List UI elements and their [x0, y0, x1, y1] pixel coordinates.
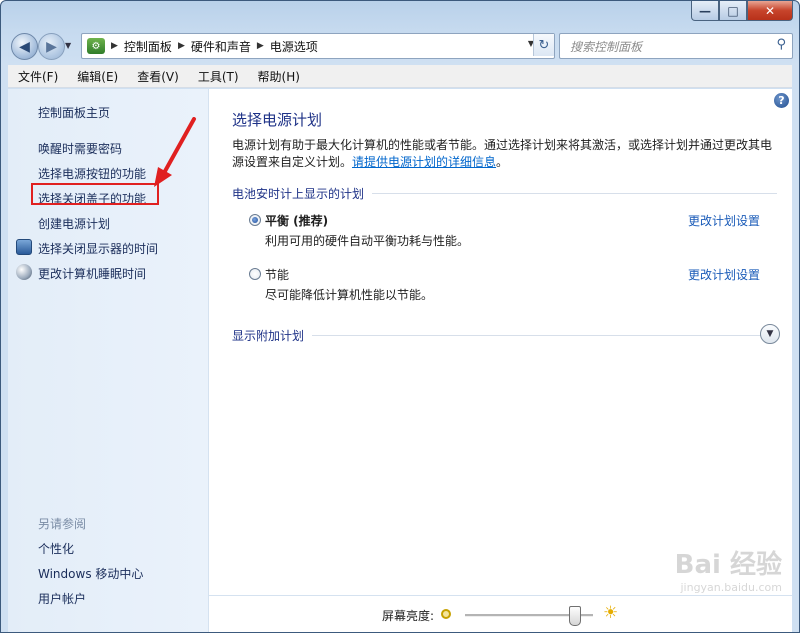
- breadcrumb-separator[interactable]: ▶: [257, 41, 264, 51]
- forward-button[interactable]: ▶: [38, 33, 65, 60]
- breadcrumb-separator[interactable]: ▶: [178, 41, 185, 51]
- search-box[interactable]: ⚲: [559, 33, 793, 59]
- expand-chevron-icon[interactable]: ▼: [760, 324, 780, 344]
- minimize-button[interactable]: —: [691, 1, 719, 21]
- refresh-icon: ↻: [538, 37, 550, 53]
- brightness-bar: 屏幕亮度: ☀: [209, 595, 792, 632]
- refresh-button[interactable]: ↻: [533, 34, 554, 56]
- breadcrumb-power-options[interactable]: 电源选项: [270, 38, 318, 55]
- breadcrumb-control-panel[interactable]: 控制面板: [124, 38, 172, 55]
- baidu-watermark: Bai 经验 jingyan.baidu.com: [675, 544, 782, 594]
- divider: [312, 335, 762, 336]
- close-button[interactable]: ✕: [747, 1, 793, 21]
- additional-plans-header[interactable]: 显示附加计划: [232, 327, 762, 344]
- moon-icon: [16, 264, 32, 280]
- monitor-icon: [16, 239, 32, 255]
- caption-buttons: — □ ✕: [691, 1, 793, 21]
- plan-description: 利用可用的硬件自动平衡功耗与性能。: [265, 234, 470, 248]
- page-title: 选择电源计划: [232, 111, 323, 129]
- main-panel: ? 选择电源计划 电源计划有助于最大化计算机的性能或者节能。通过选择计划来将其激…: [209, 89, 792, 632]
- maximize-button[interactable]: □: [719, 1, 747, 21]
- annotation-arrow-icon: [154, 117, 196, 187]
- search-input[interactable]: [568, 36, 772, 58]
- menu-tools[interactable]: 工具(T): [188, 68, 248, 85]
- brightness-slider[interactable]: [465, 606, 593, 626]
- plan-details-link[interactable]: 请提供电源计划的详细信息: [352, 155, 496, 169]
- plan-radio-balanced[interactable]: [249, 214, 261, 226]
- divider: [372, 193, 777, 194]
- plan-radio-power-saver[interactable]: [249, 268, 261, 280]
- address-bar[interactable]: ⚙ ▶ 控制面板 ▶ 硬件和声音 ▶ 电源选项 ▼ ↻: [81, 33, 555, 59]
- help-icon[interactable]: ?: [774, 93, 789, 108]
- brightness-label: 屏幕亮度:: [382, 609, 435, 623]
- sidebar-link-mobility-center[interactable]: Windows 移动中心: [38, 565, 143, 582]
- dim-brightness-icon: [441, 609, 451, 619]
- brightness-slider-thumb[interactable]: [568, 606, 581, 626]
- sidebar-link-wake-password[interactable]: 唤醒时需要密码: [38, 140, 122, 157]
- bright-sun-icon: ☀: [603, 603, 619, 623]
- sidebar-link-control-panel-home[interactable]: 控制面板主页: [38, 104, 110, 121]
- page-description: 电源计划有助于最大化计算机的性能或者节能。通过选择计划来将其激活，或选择计划并通…: [232, 137, 777, 171]
- change-plan-settings-link-balanced[interactable]: 更改计划设置: [688, 212, 760, 229]
- breadcrumb-hardware-sound[interactable]: 硬件和声音: [191, 38, 251, 55]
- watermark-brand: Bai 经验: [674, 550, 782, 580]
- plan-description: 尽可能降低计算机性能以节能。: [265, 288, 434, 302]
- menu-view[interactable]: 查看(V): [127, 68, 188, 85]
- plan-name[interactable]: 节能: [265, 266, 289, 283]
- menu-bar: 文件(F) 编辑(E) 查看(V) 工具(T) 帮助(H): [8, 65, 792, 88]
- description-end: 。: [496, 155, 509, 169]
- plans-group-header: 电池安时计上显示的计划: [232, 185, 777, 202]
- highlight-box: [31, 183, 159, 205]
- change-plan-settings-link-power-saver[interactable]: 更改计划设置: [688, 266, 760, 283]
- sidebar-link-sleep-time[interactable]: 更改计算机睡眠时间: [38, 265, 146, 282]
- plan-name[interactable]: 平衡 (推荐): [265, 212, 328, 229]
- content-area: 控制面板主页 唤醒时需要密码 选择电源按钮的功能 选择关闭盖子的功能 创建电源计…: [8, 89, 792, 632]
- menu-help[interactable]: 帮助(H): [248, 68, 309, 85]
- task-sidebar: 控制面板主页 唤醒时需要密码 选择电源按钮的功能 选择关闭盖子的功能 创建电源计…: [8, 89, 209, 632]
- sidebar-link-create-plan[interactable]: 创建电源计划: [38, 215, 110, 232]
- search-icon[interactable]: ⚲: [776, 37, 786, 52]
- recent-pages-dropdown[interactable]: ▼: [65, 41, 71, 50]
- menu-edit[interactable]: 编辑(E): [67, 68, 127, 85]
- see-also-heading: 另请参阅: [38, 517, 87, 531]
- group-header-label: 电池安时计上显示的计划: [232, 187, 365, 201]
- sidebar-link-power-button[interactable]: 选择电源按钮的功能: [38, 165, 146, 182]
- control-panel-window: — □ ✕ ◀ ▶ ▼ ⚙ ▶ 控制面板 ▶ 硬件和声音 ▶ 电源选项 ▼ ↻ …: [0, 0, 800, 633]
- sidebar-link-user-accounts[interactable]: 用户帐户: [38, 590, 86, 607]
- watermark-url: jingyan.baidu.com: [680, 581, 782, 594]
- menu-file[interactable]: 文件(F): [8, 68, 67, 85]
- sidebar-link-display-off[interactable]: 选择关闭显示器的时间: [38, 240, 158, 257]
- sidebar-link-personalization[interactable]: 个性化: [38, 540, 74, 557]
- additional-plans-label[interactable]: 显示附加计划: [232, 327, 304, 344]
- breadcrumb-separator[interactable]: ▶: [111, 41, 118, 51]
- control-panel-icon: ⚙: [87, 38, 105, 54]
- back-button[interactable]: ◀: [11, 33, 38, 60]
- navigation-bar: ◀ ▶ ▼ ⚙ ▶ 控制面板 ▶ 硬件和声音 ▶ 电源选项 ▼ ↻ ⚲: [9, 33, 793, 61]
